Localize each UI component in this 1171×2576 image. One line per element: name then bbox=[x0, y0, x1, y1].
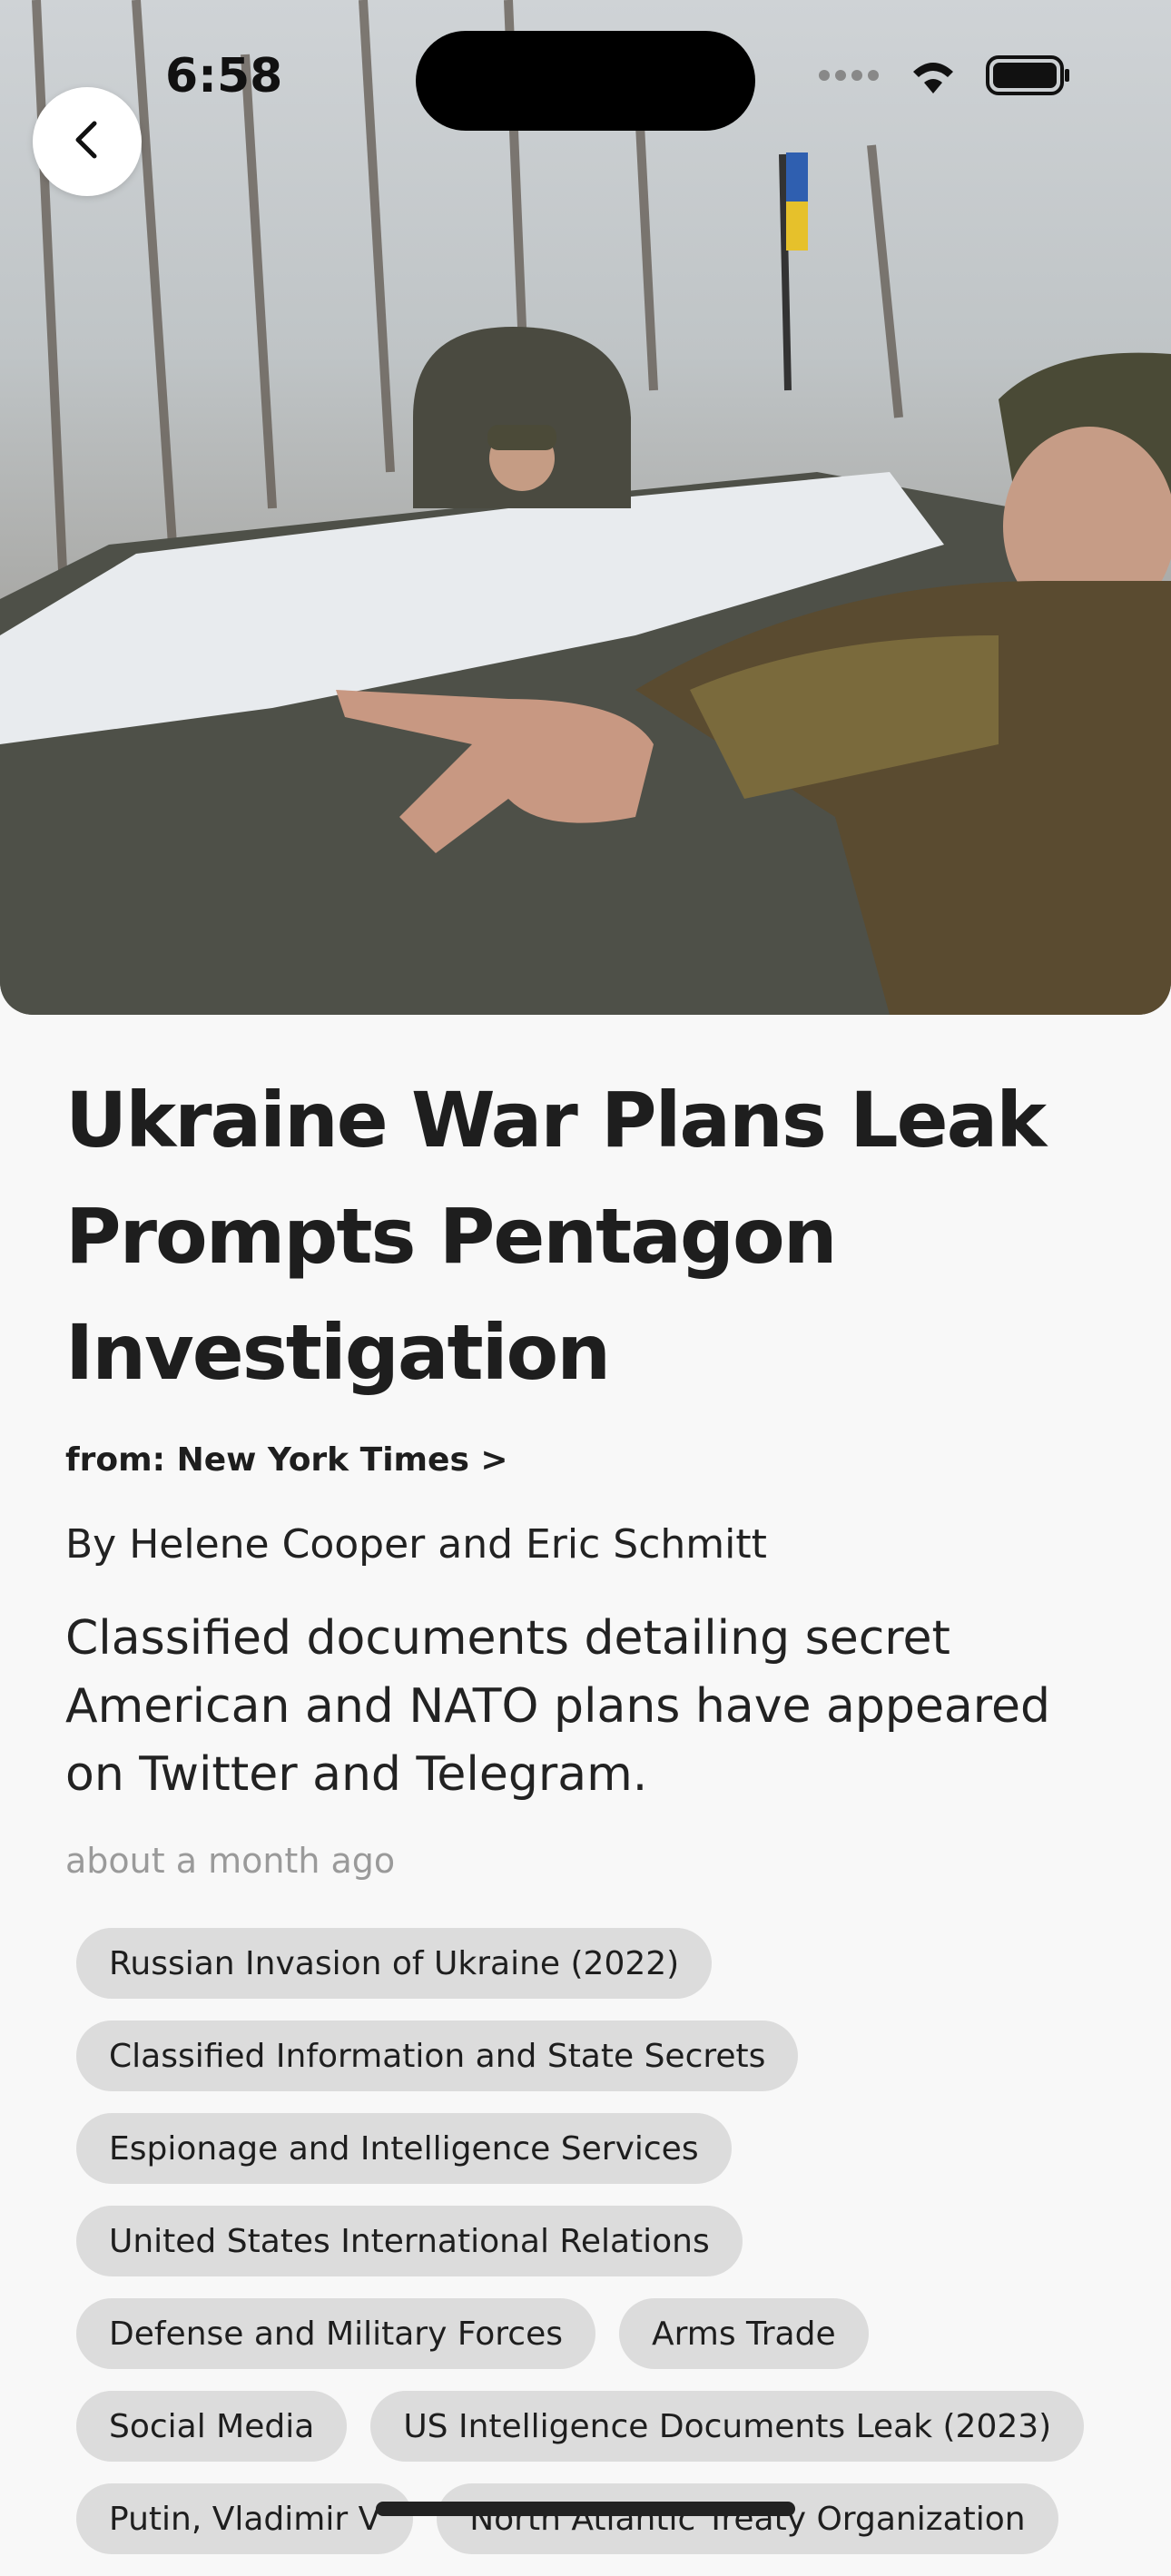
back-button[interactable] bbox=[33, 87, 142, 196]
signal-icon bbox=[819, 68, 881, 86]
article-title: Ukraine War Plans Leak Prompts Pentagon … bbox=[65, 1076, 1047, 1397]
tag-chip[interactable]: United States International Relations bbox=[76, 2206, 743, 2276]
chevron-left-icon bbox=[69, 118, 105, 165]
status-time: 6:58 bbox=[165, 49, 283, 103]
dynamic-island bbox=[416, 31, 755, 131]
hero-photo-illustration bbox=[0, 0, 1171, 1015]
tag-chip[interactable]: Defense and Military Forces bbox=[76, 2298, 595, 2369]
tag-chip[interactable]: Social Media bbox=[76, 2391, 348, 2462]
tag-chip[interactable]: Classified Information and State Secrets bbox=[76, 2020, 799, 2091]
published-time: about a month ago bbox=[65, 1841, 396, 1881]
topic-tags: Russian Invasion of Ukraine (2022) Class… bbox=[76, 1928, 1120, 2576]
wifi-icon bbox=[906, 55, 960, 99]
tag-chip[interactable]: Russian Invasion of Ukraine (2022) bbox=[76, 1928, 713, 1999]
tag-chip[interactable]: North Atlantic Treaty Organization bbox=[437, 2483, 1058, 2554]
hero-image bbox=[0, 0, 1171, 1015]
tag-chip[interactable]: Espionage and Intelligence Services bbox=[76, 2113, 732, 2184]
tag-chip[interactable]: Arms Trade bbox=[618, 2298, 869, 2369]
article-summary: Classified documents detailing secret Am… bbox=[65, 1611, 1050, 1802]
tag-chip[interactable]: Putin, Vladimir V bbox=[76, 2483, 414, 2554]
article-byline: By Helene Cooper and Eric Schmitt bbox=[65, 1521, 767, 1568]
source-link[interactable]: from: New York Times > bbox=[65, 1441, 508, 1479]
tag-chip[interactable]: US Intelligence Documents Leak (2023) bbox=[370, 2391, 1085, 2462]
battery-icon bbox=[986, 55, 1071, 99]
status-icons bbox=[819, 54, 1071, 100]
home-indicator[interactable] bbox=[376, 2502, 795, 2516]
